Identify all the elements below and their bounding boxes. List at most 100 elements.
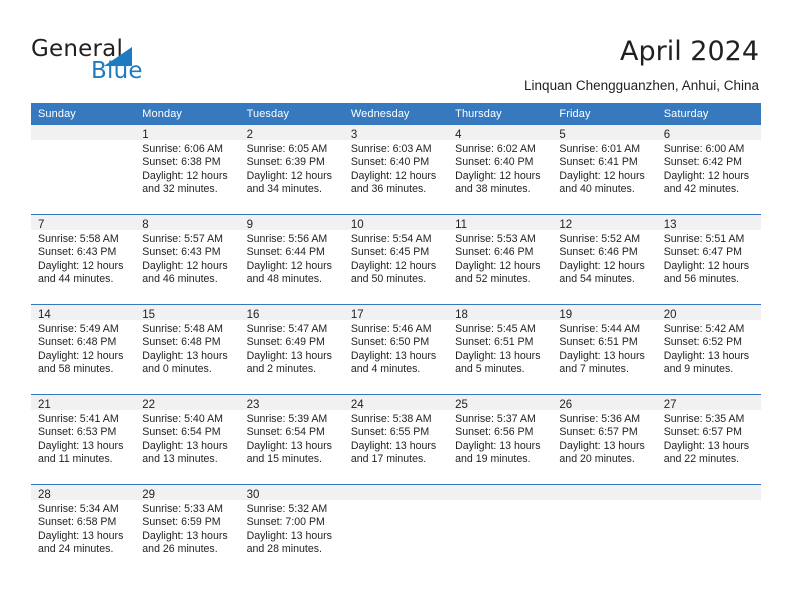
- calendar-day-cell[interactable]: 27 Sunrise: 5:35 AM Sunset: 6:57 PM Dayligh…: [656, 394, 761, 485]
- calendar-day-cell[interactable]: 21 Sunrise: 5:41 AM Sunset: 6:53 PM Dayligh…: [31, 394, 136, 485]
- calendar-day-cell[interactable]: 2 Sunrise: 6:05 AM Sunset: 6:39 PM Daylight…: [239, 125, 344, 215]
- detail-daylight-line2: and 24 minutes.: [38, 543, 114, 556]
- weekday-header-tuesday: Tuesday: [239, 103, 344, 125]
- day-details: Sunrise: 5:32 AM Sunset: 7:00 PM Daylight:…: [240, 500, 344, 557]
- calendar-week-row: 14 Sunrise: 5:49 AM Sunset: 6:48 PM Dayligh…: [31, 304, 761, 395]
- detail-daylight-line1: Daylight: 13 hours: [38, 529, 124, 542]
- calendar-day-cell[interactable]: 26 Sunrise: 5:36 AM Sunset: 6:57 PM Dayligh…: [552, 394, 657, 485]
- day-details: Sunrise: 5:51 AM Sunset: 6:47 PM Daylight:…: [657, 230, 761, 287]
- calendar-day-cell[interactable]: 18 Sunrise: 5:45 AM Sunset: 6:51 PM Dayligh…: [448, 304, 553, 395]
- general-blue-logo[interactable]: General Blue: [31, 36, 191, 88]
- calendar-day-cell[interactable]: 28 Sunrise: 5:34 AM Sunset: 6:58 PM Dayligh…: [31, 484, 136, 574]
- day-details: [657, 500, 761, 503]
- calendar-day-cell[interactable]: 4 Sunrise: 6:02 AM Sunset: 6:40 PM Daylight…: [448, 125, 553, 215]
- day-cell-inner: [656, 485, 761, 574]
- detail-sunset: Sunset: 6:41 PM: [559, 156, 638, 169]
- calendar-day-cell[interactable]: 30 Sunrise: 5:32 AM Sunset: 7:00 PM Dayligh…: [239, 484, 344, 574]
- detail-daylight-line1: Daylight: 13 hours: [246, 349, 332, 362]
- calendar-day-cell[interactable]: 24 Sunrise: 5:38 AM Sunset: 6:55 PM Dayligh…: [343, 394, 449, 485]
- calendar-header-row: Sunday Monday Tuesday Wednesday Thursday Frid…: [31, 103, 761, 125]
- detail-daylight-line1: Daylight: 13 hours: [350, 349, 437, 362]
- detail-sunset: Sunset: 6:40 PM: [455, 156, 534, 169]
- calendar-day-cell[interactable]: 20 Sunrise: 5:42 AM Sunset: 6:52 PM Dayligh…: [656, 304, 761, 395]
- calendar-day-cell[interactable]: 11 Sunrise: 5:53 AM Sunset: 6:46 PM Dayligh…: [448, 214, 553, 305]
- detail-daylight-line2: and 5 minutes.: [455, 363, 525, 376]
- day-number: 5: [552, 125, 657, 141]
- day-cell-inner: 21 Sunrise: 5:41 AM Sunset: 6:53 PM Dayligh…: [31, 395, 136, 484]
- detail-sunset: Sunset: 6:46 PM: [559, 246, 638, 259]
- detail-sunrise: Sunrise: 5:33 AM: [142, 503, 223, 515]
- day-details: Sunrise: 6:01 AM Sunset: 6:41 PM Daylight:…: [552, 140, 656, 197]
- detail-sunset: Sunset: 6:38 PM: [142, 156, 221, 169]
- detail-sunset: Sunset: 7:00 PM: [246, 516, 325, 529]
- detail-sunrise: Sunrise: 5:58 AM: [38, 233, 119, 245]
- calendar-day-cell[interactable]: 6 Sunrise: 6:00 AM Sunset: 6:42 PM Daylight…: [656, 125, 761, 215]
- logo-text-blue: Blue: [91, 58, 143, 84]
- calendar-day-cell[interactable]: 1 Sunrise: 6:06 AM Sunset: 6:38 PM Daylight…: [135, 125, 240, 215]
- location-subtitle: Linquan Chengguanzhen, Anhui, China: [524, 78, 759, 93]
- detail-sunset: Sunset: 6:46 PM: [455, 246, 534, 259]
- calendar-day-cell[interactable]: 13 Sunrise: 5:51 AM Sunset: 6:47 PM Dayligh…: [656, 214, 761, 305]
- calendar-day-cell-empty: [31, 125, 136, 215]
- detail-daylight-line1: Daylight: 13 hours: [246, 529, 332, 542]
- day-number: 9: [239, 215, 344, 231]
- detail-daylight-line2: and 50 minutes.: [350, 273, 427, 286]
- calendar-day-cell[interactable]: 12 Sunrise: 5:52 AM Sunset: 6:46 PM Dayligh…: [552, 214, 657, 305]
- detail-sunrise: Sunrise: 5:42 AM: [663, 323, 745, 335]
- day-number: 17: [343, 305, 449, 321]
- day-number: [343, 485, 449, 500]
- calendar-day-cell[interactable]: 17 Sunrise: 5:46 AM Sunset: 6:50 PM Dayligh…: [343, 304, 449, 395]
- detail-daylight-line2: and 11 minutes.: [38, 453, 113, 466]
- detail-sunset: Sunset: 6:51 PM: [455, 336, 534, 349]
- day-number: 20: [656, 305, 761, 321]
- day-cell-inner: 7 Sunrise: 5:58 AM Sunset: 6:43 PM Daylight…: [31, 215, 136, 304]
- calendar-week-row: 1 Sunrise: 6:06 AM Sunset: 6:38 PM Daylight…: [31, 125, 761, 215]
- calendar-day-cell-empty: [552, 484, 657, 574]
- day-number: 14: [31, 305, 136, 321]
- calendar-day-cell[interactable]: 3 Sunrise: 6:03 AM Sunset: 6:40 PM Daylight…: [343, 125, 449, 215]
- day-details: [552, 500, 656, 503]
- calendar-day-cell[interactable]: 16 Sunrise: 5:47 AM Sunset: 6:49 PM Dayligh…: [239, 304, 344, 395]
- calendar-day-cell[interactable]: 29 Sunrise: 5:33 AM Sunset: 6:59 PM Dayligh…: [135, 484, 240, 574]
- detail-daylight-line1: Daylight: 12 hours: [663, 169, 750, 182]
- day-cell-inner: 13 Sunrise: 5:51 AM Sunset: 6:47 PM Dayligh…: [656, 215, 761, 304]
- detail-sunset: Sunset: 6:44 PM: [246, 246, 325, 259]
- calendar-day-cell[interactable]: 15 Sunrise: 5:48 AM Sunset: 6:48 PM Dayligh…: [135, 304, 240, 395]
- day-number: [31, 125, 136, 140]
- day-number: 18: [448, 305, 553, 321]
- detail-sunset: Sunset: 6:51 PM: [559, 336, 638, 349]
- calendar-day-cell[interactable]: 14 Sunrise: 5:49 AM Sunset: 6:48 PM Dayligh…: [31, 304, 136, 395]
- calendar-day-cell[interactable]: 5 Sunrise: 6:01 AM Sunset: 6:41 PM Daylight…: [552, 125, 657, 215]
- calendar-day-cell[interactable]: 23 Sunrise: 5:39 AM Sunset: 6:54 PM Dayligh…: [239, 394, 344, 485]
- calendar-day-cell[interactable]: 22 Sunrise: 5:40 AM Sunset: 6:54 PM Dayligh…: [135, 394, 240, 485]
- calendar-day-cell[interactable]: 8 Sunrise: 5:57 AM Sunset: 6:43 PM Daylight…: [135, 214, 240, 305]
- day-number: 2: [239, 125, 344, 141]
- detail-sunrise: Sunrise: 5:52 AM: [559, 233, 641, 245]
- detail-daylight-line1: Daylight: 13 hours: [663, 349, 750, 362]
- detail-daylight-line2: and 46 minutes.: [142, 273, 218, 286]
- day-number: 22: [135, 395, 240, 411]
- calendar-day-cell[interactable]: 10 Sunrise: 5:54 AM Sunset: 6:45 PM Dayligh…: [343, 214, 449, 305]
- day-details: Sunrise: 5:34 AM Sunset: 6:58 PM Daylight:…: [31, 500, 135, 557]
- detail-sunrise: Sunrise: 5:56 AM: [246, 233, 328, 245]
- day-number: 10: [343, 215, 449, 231]
- detail-daylight-line2: and 36 minutes.: [350, 183, 427, 196]
- calendar-day-cell[interactable]: 9 Sunrise: 5:56 AM Sunset: 6:44 PM Daylight…: [239, 214, 344, 305]
- detail-sunrise: Sunrise: 5:40 AM: [142, 413, 223, 425]
- detail-daylight-line2: and 44 minutes.: [38, 273, 114, 286]
- calendar-day-cell[interactable]: 7 Sunrise: 5:58 AM Sunset: 6:43 PM Daylight…: [31, 214, 136, 305]
- detail-daylight-line1: Daylight: 13 hours: [246, 439, 332, 452]
- day-details: Sunrise: 6:05 AM Sunset: 6:39 PM Daylight:…: [240, 140, 344, 197]
- detail-sunrise: Sunrise: 5:36 AM: [559, 413, 641, 425]
- day-details: Sunrise: 5:44 AM Sunset: 6:51 PM Daylight:…: [552, 320, 656, 377]
- detail-sunset: Sunset: 6:42 PM: [663, 156, 743, 169]
- day-number: 6: [656, 125, 761, 141]
- calendar-day-cell[interactable]: 19 Sunrise: 5:44 AM Sunset: 6:51 PM Dayligh…: [552, 304, 657, 395]
- calendar-page: General Blue April 2024 Linquan Chenggua…: [0, 0, 792, 612]
- detail-daylight-line2: and 42 minutes.: [663, 183, 740, 196]
- day-details: Sunrise: 5:46 AM Sunset: 6:50 PM Daylight:…: [344, 320, 448, 377]
- day-number: [552, 485, 657, 500]
- day-cell-inner: 28 Sunrise: 5:34 AM Sunset: 6:58 PM Dayligh…: [31, 485, 136, 574]
- calendar-day-cell[interactable]: 25 Sunrise: 5:37 AM Sunset: 6:56 PM Dayligh…: [448, 394, 553, 485]
- detail-daylight-line2: and 48 minutes.: [246, 273, 322, 286]
